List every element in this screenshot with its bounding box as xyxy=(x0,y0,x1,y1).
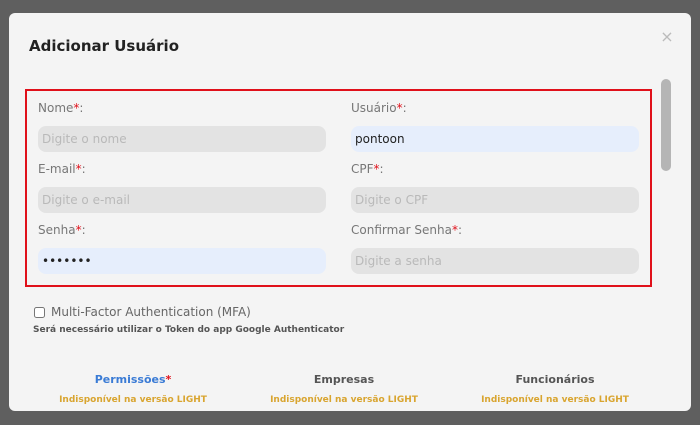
mfa-checkbox[interactable] xyxy=(34,306,45,318)
senha-label: Senha*: xyxy=(38,223,86,237)
email-label: E-mail*: xyxy=(38,162,86,176)
mfa-label: Multi-Factor Authentication (MFA) xyxy=(51,305,251,319)
cpf-label: CPF*: xyxy=(351,162,384,176)
user-form-highlight: Nome*: Usuário*: E-mail*: CPF*: xyxy=(25,89,652,287)
usuario-input[interactable] xyxy=(351,126,639,152)
tab-funcionarios-label: Funcionários xyxy=(515,373,595,386)
email-field-group: E-mail*: xyxy=(38,162,326,213)
scrollbar-thumb[interactable] xyxy=(661,79,671,171)
tab-funcionarios[interactable]: Funcionários Indisponível na versão LIGH… xyxy=(465,373,645,405)
nome-field-group: Nome*: xyxy=(38,101,326,152)
senha-field-group: Senha*: xyxy=(38,223,326,274)
nome-input[interactable] xyxy=(38,126,326,152)
usuario-label: Usuário*: xyxy=(351,101,407,115)
tab-permissoes[interactable]: Permissões* Indisponível na versão LIGHT xyxy=(43,373,223,405)
tab-empresas-unavailable: Indisponível na versão LIGHT xyxy=(270,395,418,405)
required-mark: * xyxy=(165,373,172,386)
tab-empresas[interactable]: Empresas Indisponível na versão LIGHT xyxy=(254,373,434,405)
tab-permissoes-unavailable: Indisponível na versão LIGHT xyxy=(59,395,207,405)
confirmar-senha-input[interactable] xyxy=(351,248,639,274)
cpf-field-group: CPF*: xyxy=(351,162,639,213)
modal-title: Adicionar Usuário xyxy=(29,37,179,55)
usuario-field-group: Usuário*: xyxy=(351,101,639,152)
add-user-modal: Adicionar Usuário × Nome*: Usuário*: E-m… xyxy=(9,13,691,411)
senha-input[interactable] xyxy=(38,248,326,274)
tab-funcionarios-unavailable: Indisponível na versão LIGHT xyxy=(481,395,629,405)
cpf-input[interactable] xyxy=(351,187,639,213)
mfa-note: Será necessário utilizar o Token do app … xyxy=(33,325,345,335)
confirmar-senha-field-group: Confirmar Senha*: xyxy=(351,223,639,274)
tab-permissoes-label: Permissões* xyxy=(94,373,172,386)
tab-empresas-label: Empresas xyxy=(313,373,375,386)
email-input[interactable] xyxy=(38,187,326,213)
nome-label: Nome*: xyxy=(38,101,84,115)
confirmar-senha-label: Confirmar Senha*: xyxy=(351,223,463,237)
mfa-checkbox-row[interactable]: Multi-Factor Authentication (MFA) xyxy=(33,305,251,319)
close-icon[interactable]: × xyxy=(659,29,675,45)
